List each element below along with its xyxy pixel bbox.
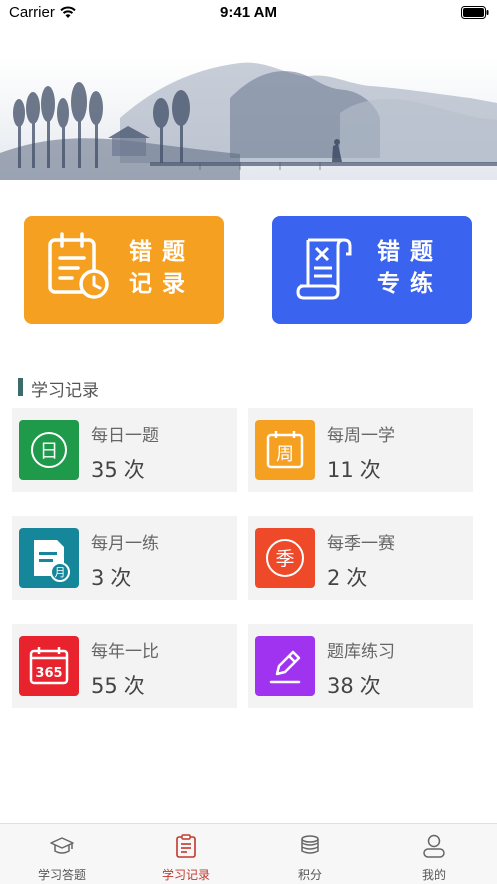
stat-card-daily[interactable]: 日 每日一题 35 次 [12,408,237,492]
stat-count: 35 次 [91,458,145,482]
calendar-clock-icon [48,232,109,299]
svg-text:365: 365 [35,666,62,681]
graduation-cap-icon [50,837,74,854]
tab-label: 我的 [421,868,446,882]
stat-count: 2次 [327,566,368,590]
wrong-questions-record-label: 错题记录 [129,239,195,297]
stat-card-weekly[interactable]: 周 每周一学 11 次 [248,408,473,492]
tab-study-answer[interactable]: 学习答题 [0,824,124,884]
battery-icon [461,6,489,19]
month-icon: 月 [19,528,79,588]
stat-name: 每季一赛 [327,534,395,554]
stat-name: 每周一学 [327,426,395,446]
wrong-questions-practice-label: 错题专练 [377,239,443,297]
stat-card-yearly[interactable]: 365 每年一比 55 次 [12,624,237,708]
section-title-text: 学习记录 [31,381,99,401]
status-time: 9:41 AM [220,4,277,21]
stat-count: 11 次 [327,458,381,482]
stat-card-monthly[interactable]: 月 每月一练 3次 [12,516,237,600]
week-icon: 周 [255,420,315,480]
svg-text:季: 季 [275,548,294,570]
stat-name: 每日一题 [91,426,159,446]
tab-study-record[interactable]: 学习记录 [124,824,248,884]
stat-count: 38 次 [327,674,381,698]
ink-landscape-banner [0,58,497,180]
season-icon: 季 [255,528,315,588]
stat-card-seasonal[interactable]: 季 每季一赛 2次 [248,516,473,600]
clipboard-list-icon [176,834,196,858]
tab-points[interactable]: 积分 [248,824,372,884]
stat-count: 55 次 [91,674,145,698]
status-bar: Carrier 9:41 AM [0,0,497,26]
stat-card-question-bank[interactable]: 题库练习 38 次 [248,624,473,708]
tab-label: 学习记录 [161,868,210,882]
edit-pen-icon [255,636,315,696]
stat-count: 3次 [91,566,132,590]
svg-text:日: 日 [39,440,58,462]
wrong-questions-practice-button[interactable]: 错题专练 [272,216,472,324]
svg-text:月: 月 [55,566,66,579]
tab-label: 积分 [297,868,322,882]
tab-label: 学习答题 [37,868,86,882]
coins-stack-icon [301,835,319,854]
svg-text:周: 周 [276,444,294,465]
stat-name: 题库练习 [327,642,395,662]
wrong-questions-record-button[interactable]: 错题记录 [24,216,224,324]
stat-name: 每月一练 [91,534,159,554]
day-icon: 日 [19,420,79,480]
stat-name: 每年一比 [91,642,159,662]
bottom-tab-bar: 学习答题 学习记录 积分 我的 [0,823,497,884]
section-title-bar [18,378,23,396]
user-profile-icon [423,834,445,858]
year-365-icon: 365 [19,636,79,696]
scroll-exam-icon [296,238,352,300]
tab-mine[interactable]: 我的 [372,824,496,884]
